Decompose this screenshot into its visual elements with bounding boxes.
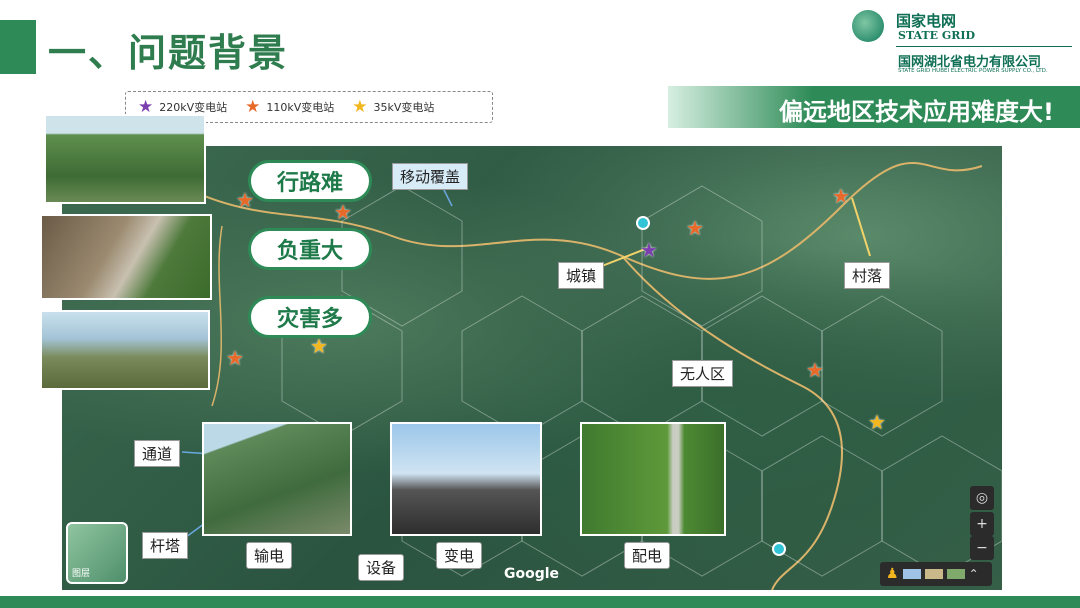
distribution-photo [580, 422, 726, 536]
challenge-heavy-load: 负重大 [248, 228, 372, 270]
map-type-icon[interactable] [902, 569, 921, 579]
brand-name-en: STATE GRID [898, 29, 976, 42]
google-watermark: Google [504, 566, 560, 582]
zoom-in-button[interactable]: + [970, 512, 994, 536]
legend-item-110kv: ★ 110kV变电站 [245, 97, 334, 117]
footer-bar [0, 596, 1080, 608]
legend-label: 35kV变电站 [373, 101, 435, 114]
zoom-out-button[interactable]: − [970, 536, 994, 560]
substation-35kv-marker[interactable]: ★ [310, 336, 328, 356]
challenge-frequent-disasters: 灾害多 [248, 296, 372, 338]
location-pin-icon[interactable] [636, 216, 650, 230]
title-accent-bar [0, 20, 36, 74]
fallen-trees-photo [40, 310, 210, 390]
landslide-photo [40, 214, 212, 300]
terrain-type-icon[interactable] [924, 569, 943, 579]
substation-110kv-marker[interactable]: ★ [806, 360, 824, 380]
label-distribution: 配电 [624, 542, 671, 569]
location-pin-icon[interactable] [772, 542, 786, 556]
layers-label[interactable]: 图层 [72, 566, 90, 579]
page-title: 一、问题背景 [48, 31, 289, 75]
transmission-photo [202, 422, 352, 536]
label-village: 村落 [844, 262, 891, 289]
substation-photo [390, 422, 542, 536]
substation-110kv-marker[interactable]: ★ [832, 186, 850, 206]
label-tower: 杆塔 [142, 532, 189, 559]
state-grid-logo-icon [852, 10, 884, 42]
legend-label: 110kV变电站 [266, 101, 335, 114]
road-line [211, 225, 223, 407]
label-substation: 变电 [436, 542, 483, 569]
brand-divider [896, 46, 1072, 47]
substation-220kv-marker[interactable]: ★ [640, 240, 658, 260]
label-channel: 通道 [134, 440, 181, 467]
label-town: 城镇 [558, 262, 605, 289]
label-transmission: 输电 [246, 542, 293, 569]
substation-110kv-marker[interactable]: ★ [334, 202, 352, 222]
star-icon: ★ [245, 97, 261, 117]
connector-line [851, 197, 871, 257]
substation-110kv-marker[interactable]: ★ [686, 218, 704, 238]
label-equipment: 设备 [358, 554, 405, 581]
label-no-man-area: 无人区 [672, 360, 734, 387]
satellite-type-icon[interactable] [946, 569, 965, 579]
challenge-difficult-road: 行路难 [248, 160, 372, 202]
legend-label: 220kV变电站 [159, 101, 228, 114]
headline-text: 偏远地区技术应用难度大! [779, 98, 1054, 126]
company-name-en: STATE GRID HUBEI ELECTRIC POWER SUPPLY C… [898, 68, 1048, 74]
expand-icon[interactable]: ⌃ [969, 567, 979, 581]
pegman-icon[interactable]: ♟ [886, 566, 899, 582]
star-icon: ★ [352, 97, 368, 117]
brand-name-cn: 国家电网 [896, 12, 957, 30]
label-mobile-coverage: 移动覆盖 [392, 163, 469, 190]
substation-35kv-marker[interactable]: ★ [868, 412, 886, 432]
legend-item-35kv: ★ 35kV变电站 [352, 97, 434, 117]
compass-icon[interactable]: ◎ [970, 486, 994, 510]
substation-110kv-marker[interactable]: ★ [226, 348, 244, 368]
map-toolbar[interactable]: ♟ ⌃ [880, 562, 992, 586]
mountain-road-photo [44, 114, 206, 204]
